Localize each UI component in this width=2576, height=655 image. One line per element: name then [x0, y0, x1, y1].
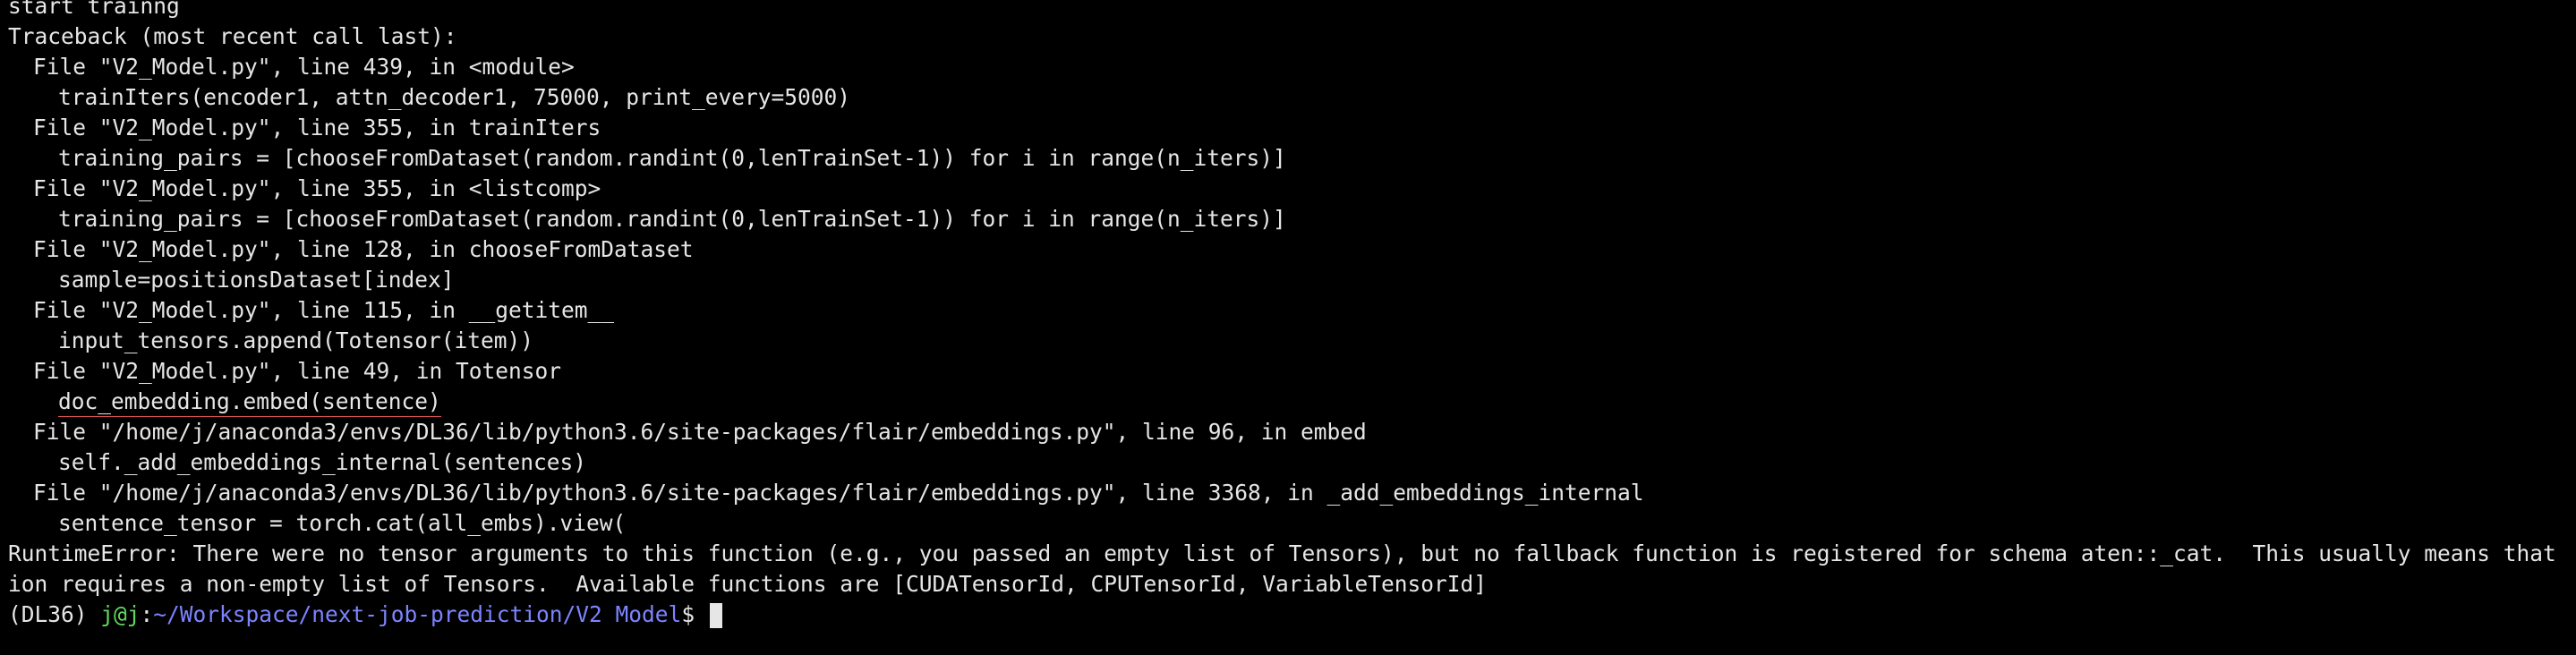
runtime-error-message-continued: ion requires a non-empty list of Tensors…	[8, 571, 1488, 597]
text-cursor[interactable]	[709, 603, 722, 628]
traceback-code-line: sample=positionsDataset[index]	[58, 267, 455, 293]
traceback-file-line: File "/home/j/anaconda3/envs/DL36/lib/py…	[33, 480, 1644, 506]
shell-prompt[interactable]: (DL36) j@j:~/Workspace/next-job-predicti…	[8, 600, 2568, 630]
traceback-code-line: self._add_embeddings_internal(sentences)	[58, 449, 587, 475]
red-underline-annotation: doc_embedding.embed(sentence)	[58, 389, 441, 417]
traceback-file-line: File "V2_Model.py", line 115, in __getit…	[33, 297, 615, 323]
traceback-code-line: sentence_tensor = torch.cat(all_embs).vi…	[58, 510, 627, 536]
traceback-file-line: File "V2_Model.py", line 355, in trainIt…	[33, 115, 601, 140]
traceback-file-line: File "/home/j/anaconda3/envs/DL36/lib/py…	[33, 419, 1367, 445]
traceback-file-line: File "V2_Model.py", line 439, in <module…	[33, 54, 575, 80]
traceback-file-line: File "V2_Model.py", line 355, in <listco…	[33, 175, 601, 201]
traceback-code-line: trainIters(encoder1, attn_decoder1, 7500…	[58, 84, 851, 110]
traceback-code-line: input_tensors.append(Totensor(item))	[58, 328, 534, 353]
traceback-code-line-highlighted: doc_embedding.embed(sentence)	[8, 387, 2568, 417]
prompt-separator: :	[140, 601, 154, 627]
prompt-env-name: (DL36)	[8, 601, 101, 627]
traceback-code-line: training_pairs = [chooseFromDataset(rand…	[58, 145, 1286, 171]
output-line-start-training: start trainng	[8, 0, 180, 19]
terminal-output[interactable]: start trainng Traceback (most recent cal…	[8, 0, 2568, 630]
runtime-error-message: RuntimeError: There were no tensor argum…	[8, 540, 2568, 566]
traceback-file-line: File "V2_Model.py", line 128, in chooseF…	[33, 236, 694, 262]
traceback-file-line: File "V2_Model.py", line 49, in Totensor	[33, 358, 562, 384]
traceback-header: Traceback (most recent call last):	[8, 23, 457, 49]
prompt-user-host: j@j	[100, 601, 141, 627]
traceback-code-line: training_pairs = [chooseFromDataset(rand…	[58, 206, 1286, 232]
prompt-working-directory: ~/Workspace/next-job-prediction/V2 Model	[153, 601, 682, 627]
prompt-dollar-sign: $	[681, 601, 708, 627]
